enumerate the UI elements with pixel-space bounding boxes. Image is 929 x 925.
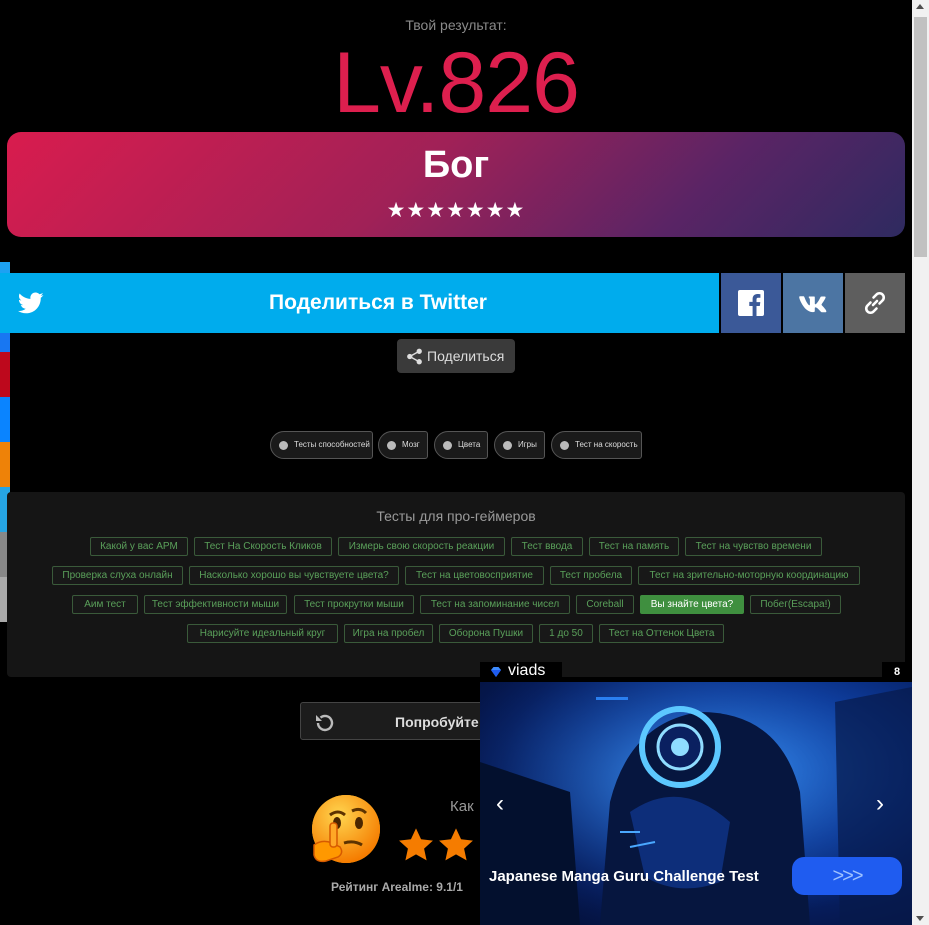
pro-test-link[interactable]: Тест на Оттенок Цвета bbox=[599, 624, 724, 643]
facebook-icon bbox=[738, 290, 764, 316]
retry-button-label: Попробуйте с bbox=[395, 714, 491, 730]
share-button[interactable]: Поделиться bbox=[397, 339, 515, 373]
category-tag[interactable]: Тест на скорость bbox=[551, 431, 642, 459]
pro-test-link[interactable]: Тест на память bbox=[589, 537, 679, 556]
rank-card: Бог ★★★★★★★ bbox=[7, 132, 905, 237]
category-tag[interactable]: Цвета bbox=[434, 431, 488, 459]
pro-test-link[interactable]: Тест На Скорость Кликов bbox=[194, 537, 332, 556]
vk-icon bbox=[799, 296, 827, 313]
ad-brand-label: viads bbox=[508, 662, 546, 679]
rank-stars: ★★★★★★★ bbox=[386, 199, 526, 222]
pro-tests-title: Тесты для про-геймеров bbox=[376, 508, 536, 524]
pro-test-link[interactable]: Тест на цветовосприятие bbox=[405, 566, 544, 585]
pro-test-link[interactable]: Тест прокрутки мыши bbox=[294, 595, 414, 614]
pro-test-link[interactable]: Игра на пробел bbox=[344, 624, 433, 643]
share-button-label: Поделиться bbox=[427, 348, 505, 364]
category-tag[interactable]: Тесты способностей bbox=[270, 431, 373, 459]
pro-test-link[interactable]: Тест на чувство времени bbox=[685, 537, 822, 556]
thinking-face-icon bbox=[312, 795, 380, 863]
page-scrollbar[interactable] bbox=[912, 0, 929, 925]
ad-progress-indicator bbox=[596, 697, 628, 700]
diamond-icon bbox=[491, 667, 501, 677]
pro-test-link[interactable]: Нарисуйте идеальный круг bbox=[187, 624, 338, 643]
share-facebook-button[interactable] bbox=[721, 273, 781, 333]
pro-test-link[interactable]: Оборона Пушки bbox=[439, 624, 533, 643]
result-level: Lv.826 bbox=[333, 35, 580, 131]
share-icon bbox=[407, 348, 422, 365]
pro-test-link[interactable]: Тест на запоминание чисел bbox=[420, 595, 570, 614]
pro-test-link[interactable]: Измерь свою скорость реакции bbox=[338, 537, 505, 556]
side-share-messenger[interactable] bbox=[0, 397, 10, 442]
side-share-ok[interactable] bbox=[0, 442, 10, 487]
side-share-pinterest[interactable] bbox=[0, 352, 10, 397]
link-icon bbox=[864, 291, 886, 315]
retry-icon bbox=[316, 714, 334, 732]
pro-test-link[interactable]: Coreball bbox=[576, 595, 634, 614]
ad-next-arrow-icon[interactable]: › bbox=[876, 790, 896, 818]
pro-test-link[interactable]: Аим тест bbox=[72, 595, 138, 614]
pro-test-link[interactable]: 1 до 50 bbox=[539, 624, 593, 643]
pro-test-link[interactable]: Побег(Escapa!) bbox=[750, 595, 841, 614]
copy-link-button[interactable] bbox=[845, 273, 905, 333]
pro-test-link[interactable]: Проверка слуха онлайн bbox=[52, 566, 183, 585]
pro-test-link[interactable]: Тест пробела bbox=[550, 566, 632, 585]
ad-brand-tab[interactable]: viads bbox=[480, 662, 562, 682]
scroll-down-arrow-icon[interactable] bbox=[916, 916, 924, 921]
ad-banner[interactable]: ‹ › Japanese Manga Guru Challenge Test >… bbox=[480, 682, 912, 925]
rating-star-icon[interactable] bbox=[397, 826, 435, 864]
category-tag[interactable]: Игры bbox=[494, 431, 545, 459]
category-tag[interactable]: Мозг bbox=[378, 431, 428, 459]
pro-test-link[interactable]: Насколько хорошо вы чувствуете цвета? bbox=[189, 566, 399, 585]
rating-footer: Рейтинг Arealme: 9.1/1 bbox=[331, 880, 463, 894]
rating-question: Как bbox=[450, 798, 474, 815]
result-label: Твой результат: bbox=[405, 17, 507, 33]
pro-test-link[interactable]: Тест на зрительно-моторную координацию bbox=[638, 566, 860, 585]
pro-test-link[interactable]: Тест ввода bbox=[511, 537, 583, 556]
ad-prev-arrow-icon[interactable]: ‹ bbox=[496, 790, 516, 818]
rank-title: Бог bbox=[422, 144, 490, 186]
share-twitter-button[interactable]: Поделиться в Twitter bbox=[0, 273, 719, 333]
scroll-up-arrow-icon[interactable] bbox=[916, 4, 924, 9]
ad-counter: 8 bbox=[882, 662, 912, 682]
pro-test-link-active[interactable]: Вы знайте цвета? bbox=[640, 595, 744, 614]
scrollbar-thumb[interactable] bbox=[914, 17, 927, 257]
rating-star-icon[interactable] bbox=[437, 826, 475, 864]
pro-test-link[interactable]: Какой у вас APM bbox=[90, 537, 188, 556]
ad-caption: Japanese Manga Guru Challenge Test bbox=[489, 868, 759, 885]
share-twitter-label: Поделиться в Twitter bbox=[269, 291, 487, 314]
share-vk-button[interactable] bbox=[783, 273, 843, 333]
pro-test-link[interactable]: Тест эффективности мыши bbox=[144, 595, 287, 614]
ad-cta-button[interactable]: >>> bbox=[792, 857, 902, 895]
pro-gamer-tests-panel: Тесты для про-геймеров Какой у вас APM Т… bbox=[7, 492, 905, 677]
